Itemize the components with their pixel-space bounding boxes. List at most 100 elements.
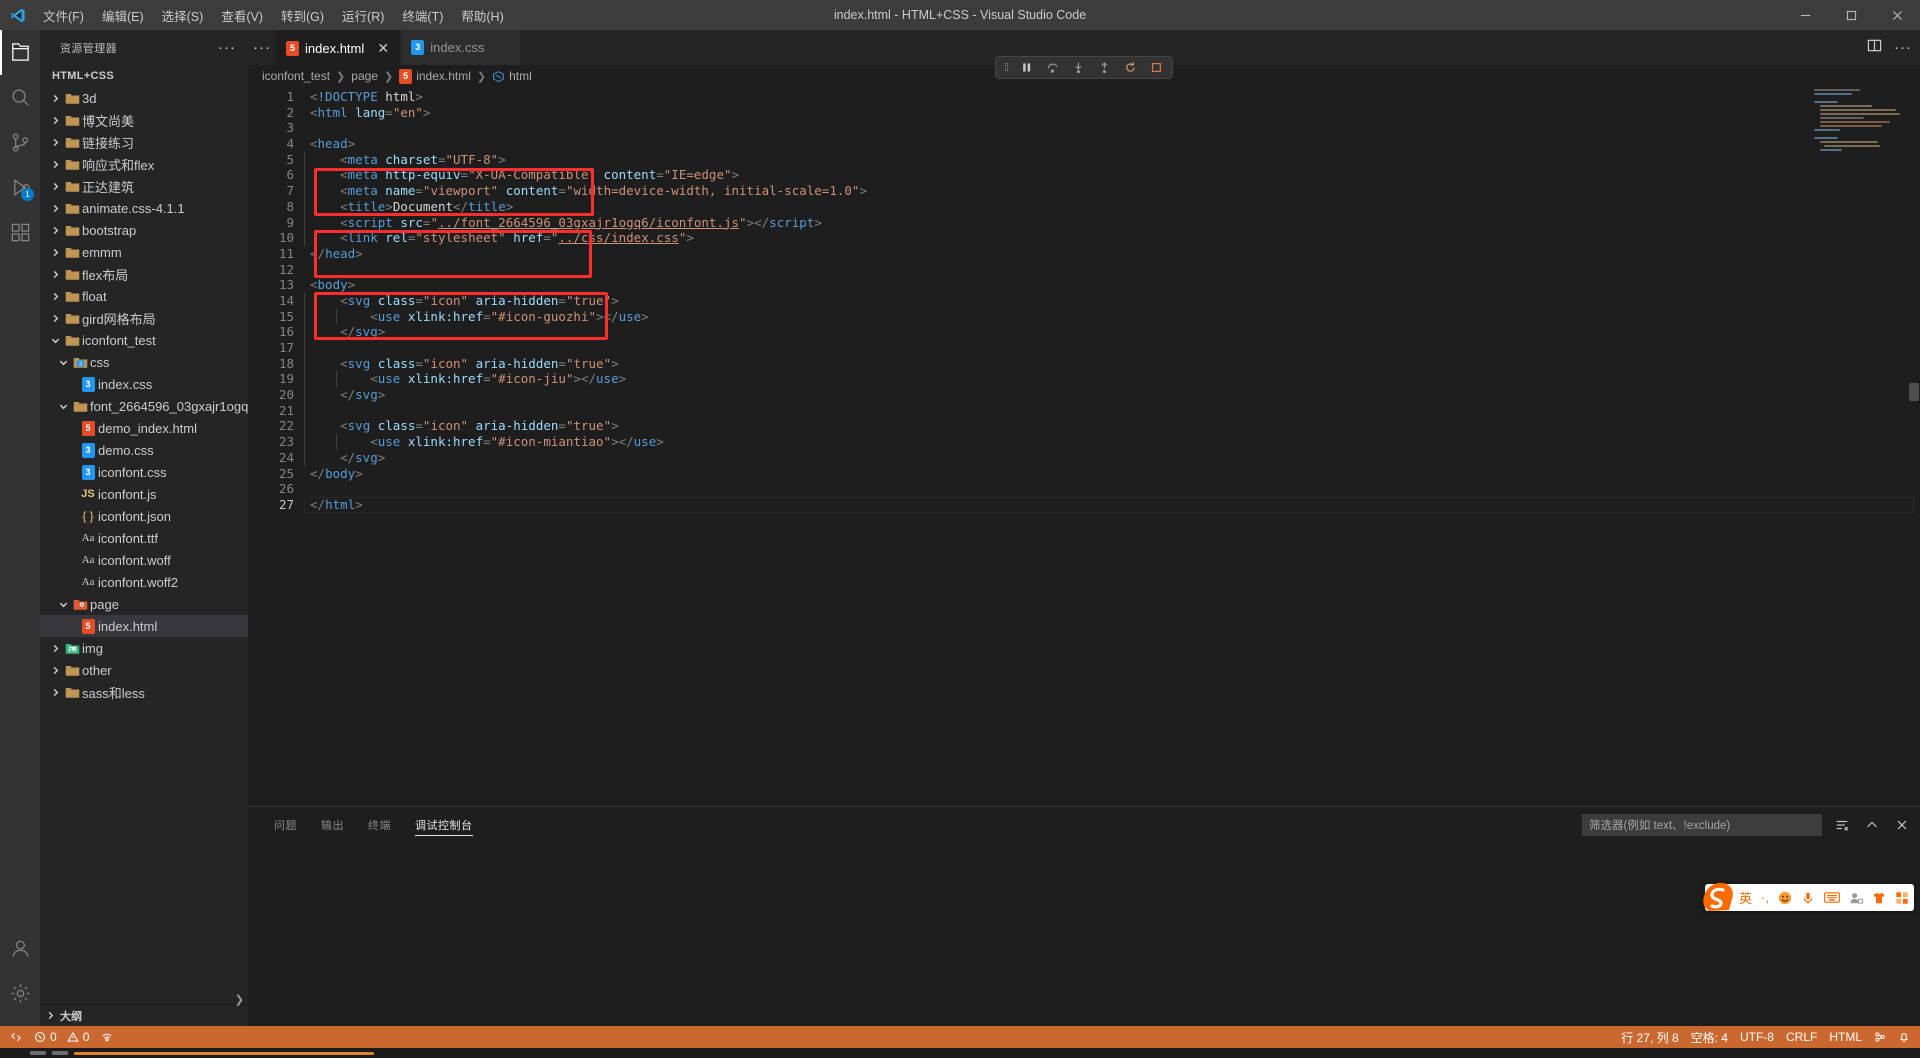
menu-view[interactable]: 查看(V) <box>212 2 272 29</box>
tree-row-float[interactable]: float <box>40 285 248 307</box>
tree-row-iconfont.js[interactable]: JS iconfont.js <box>40 483 248 505</box>
code-line[interactable]: 22 <svg class="icon" aria-hidden="true"> <box>248 418 1920 435</box>
tab-close-icon[interactable]: ✕ <box>496 39 510 56</box>
code-line[interactable]: 6 <meta http-equiv="X-UA-Compatible" con… <box>248 167 1920 184</box>
workspace-root-row[interactable]: HTML+CSS <box>40 65 248 87</box>
editor-eol[interactable]: CRLF <box>1780 1026 1823 1048</box>
code-line[interactable]: 17 <box>248 340 1920 356</box>
editor-language[interactable]: HTML <box>1823 1026 1868 1048</box>
chevron-right-icon[interactable] <box>48 226 62 235</box>
chevron-down-icon[interactable] <box>56 402 70 411</box>
code-line[interactable]: 24 </svg> <box>248 449 1920 466</box>
step-into-icon[interactable] <box>1070 60 1086 76</box>
outline-section-header[interactable]: 大纲 <box>40 1004 248 1026</box>
editor-minimap[interactable] <box>1814 89 1906 159</box>
tab-index-css[interactable]: 3 index.css ✕ <box>401 30 522 65</box>
chevron-down-icon[interactable] <box>48 336 62 345</box>
chevron-right-icon[interactable] <box>48 666 62 675</box>
chevron-right-icon[interactable] <box>48 314 62 323</box>
code-line[interactable]: 16 </svg> <box>248 324 1920 340</box>
chevron-right-icon[interactable] <box>48 94 62 103</box>
restart-icon[interactable] <box>1122 60 1138 76</box>
tree-row-index.css[interactable]: 3 index.css <box>40 373 248 395</box>
code-line[interactable]: 5 <meta charset="UTF-8"> <box>248 151 1920 168</box>
panel-tab-problems[interactable]: 问题 <box>262 807 309 842</box>
tree-row-page[interactable]: page <box>40 593 248 615</box>
tree-row-bootstrap[interactable]: bootstrap <box>40 219 248 241</box>
breadcrumb-item-subfolder[interactable]: page <box>351 69 378 83</box>
ime-toolbox-icon[interactable] <box>1895 891 1909 905</box>
panel-tab-debug-console[interactable]: 调试控制台 <box>403 807 485 842</box>
ime-user-icon[interactable] <box>1849 891 1863 905</box>
tree-row-demo_index.html[interactable]: 5 demo_index.html <box>40 417 248 439</box>
chevron-right-icon[interactable] <box>48 688 62 697</box>
split-editor-icon[interactable] <box>1867 38 1882 58</box>
chevron-down-icon[interactable] <box>56 358 70 367</box>
tree-row-iconfont.css[interactable]: 3 iconfont.css <box>40 461 248 483</box>
code-line[interactable]: 13 <body> <box>248 277 1920 293</box>
code-line[interactable]: 7 <meta name="viewport" content="width=d… <box>248 183 1920 199</box>
tree-row-other[interactable]: other <box>40 659 248 681</box>
breadcrumb-item-folder[interactable]: iconfont_test <box>262 69 330 83</box>
scrollbar-thumb[interactable] <box>1909 383 1919 401</box>
remote-indicator[interactable] <box>4 1026 28 1048</box>
code-line[interactable]: 9 <script src="../font_2664596_03gxajr1o… <box>248 214 1920 231</box>
code-line[interactable]: 15 <use xlink:href="#icon-guozhi"></use> <box>248 308 1920 325</box>
tree-row-响应式和flex[interactable]: 响应式和flex <box>40 153 248 175</box>
file-tree[interactable]: 3d 博文尚美 链接练习 响应式和flex 正达建筑 animate.css-4.1.1 b… <box>40 87 248 994</box>
chevron-right-icon[interactable] <box>48 204 62 213</box>
code-line[interactable]: 23 <use xlink:href="#icon-miantiao"></us… <box>248 434 1920 450</box>
tree-row-iconfont_test[interactable]: iconfont_test <box>40 329 248 351</box>
chevron-right-icon[interactable] <box>48 292 62 301</box>
more-actions-icon[interactable]: ··· <box>218 39 240 56</box>
search-icon[interactable] <box>0 75 40 120</box>
menu-go[interactable]: 转到(G) <box>272 2 333 29</box>
code-line[interactable]: 3 <box>248 120 1920 136</box>
filter-input[interactable]: 筛选器(例如 text、!exclude) <box>1582 813 1822 836</box>
panel-tab-terminal[interactable]: 终端 <box>356 807 403 842</box>
stop-icon[interactable] <box>1148 60 1164 76</box>
code-line[interactable]: 2 <html lang="en"> <box>248 105 1920 121</box>
chevron-right-icon[interactable] <box>48 160 62 169</box>
menu-edit[interactable]: 编辑(E) <box>93 2 153 29</box>
code-line[interactable]: 1 <!DOCTYPE html> <box>248 89 1920 105</box>
source-control-icon[interactable] <box>0 120 40 165</box>
tree-row-正达建筑[interactable]: 正达建筑 <box>40 175 248 197</box>
ime-mode-english[interactable]: 英 <box>1739 888 1752 907</box>
editor-vertical-scrollbar[interactable] <box>1906 87 1920 806</box>
menu-run[interactable]: 运行(R) <box>333 2 393 29</box>
chevron-right-icon[interactable] <box>48 116 62 125</box>
notifications-bell[interactable] <box>1892 1026 1916 1048</box>
scroll-right-arrow-icon[interactable]: ❯ <box>235 993 244 1006</box>
tree-row-demo.css[interactable]: 3 demo.css <box>40 439 248 461</box>
tree-row-index.html[interactable]: 5 index.html <box>40 615 248 637</box>
pause-icon[interactable] <box>1018 60 1034 76</box>
tab-close-icon[interactable]: ✕ <box>376 40 390 57</box>
code-line[interactable]: 25 </body> <box>248 466 1920 482</box>
menu-selection[interactable]: 选择(S) <box>153 2 213 29</box>
code-line[interactable]: 12 <box>248 262 1920 278</box>
ime-emoji-icon[interactable] <box>1778 891 1792 905</box>
tree-row-css[interactable]: 3 css <box>40 351 248 373</box>
code-line[interactable]: 8 <title>Document</title> <box>248 198 1920 215</box>
chevron-down-icon[interactable] <box>56 600 70 609</box>
ime-voice-icon[interactable] <box>1801 891 1815 905</box>
run-debug-icon[interactable]: 1 <box>0 165 40 210</box>
tree-row-sass和less[interactable]: sass和less <box>40 681 248 703</box>
live-share-button[interactable] <box>1868 1026 1892 1048</box>
clear-console-icon[interactable] <box>1832 815 1852 835</box>
breadcrumb-item-symbol[interactable]: html <box>492 69 532 83</box>
chevron-right-icon[interactable] <box>48 270 62 279</box>
ime-keyboard-icon[interactable] <box>1824 891 1840 904</box>
tab-index-html[interactable]: 5 index.html ✕ <box>276 30 402 65</box>
chevron-up-icon[interactable] <box>1862 815 1882 835</box>
explorer-icon[interactable] <box>0 30 40 75</box>
chevron-right-icon[interactable] <box>48 644 62 653</box>
code-line[interactable]: 10 <link rel="stylesheet" href="../css/i… <box>248 230 1920 246</box>
tree-row-font_2664596_03gxajr1ogq6[interactable]: font_2664596_03gxajr1ogq6 <box>40 395 248 417</box>
code-line[interactable]: 27 </html> <box>248 496 1920 513</box>
close-icon[interactable] <box>1874 0 1920 30</box>
tree-row-gird网格布局[interactable]: gird网格布局 <box>40 307 248 329</box>
maximize-icon[interactable] <box>1828 0 1874 30</box>
ime-toolbar[interactable]: 英 ·, <box>1703 882 1914 911</box>
